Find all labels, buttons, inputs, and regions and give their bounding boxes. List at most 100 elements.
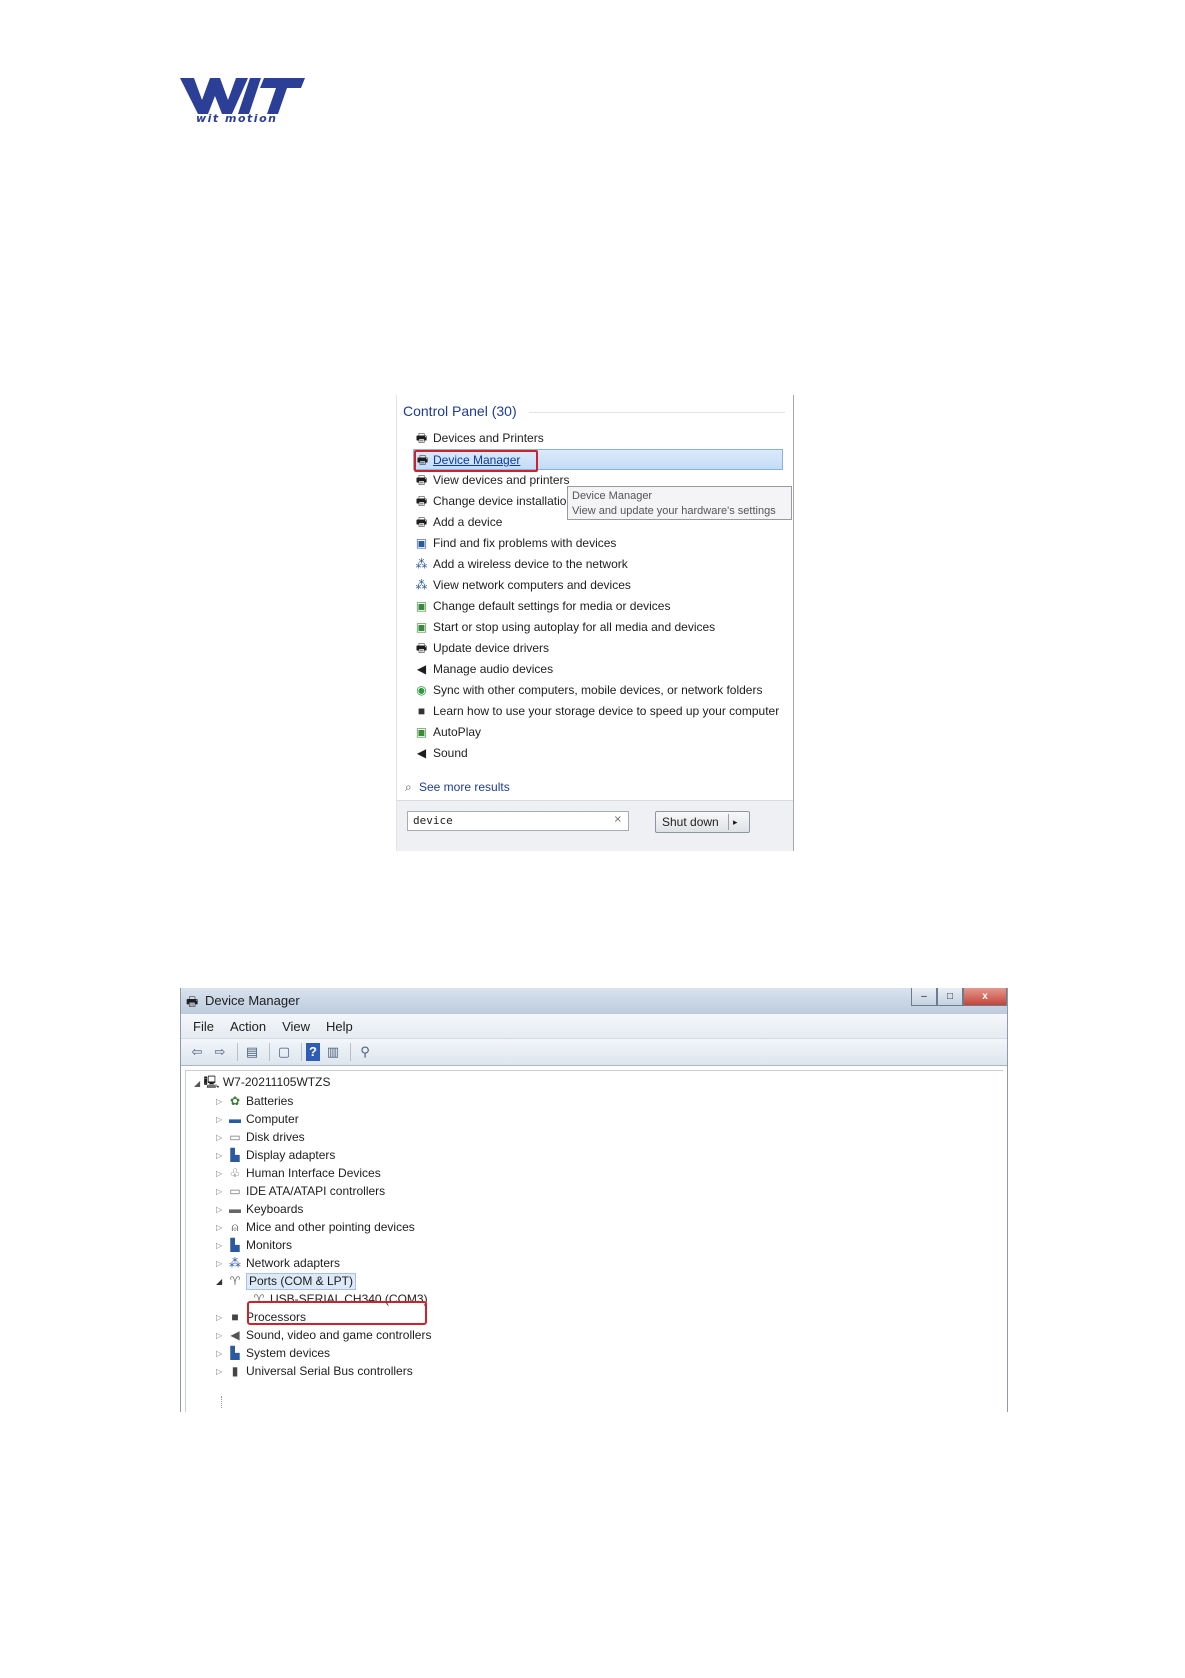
see-more-results-link[interactable]: ⌕ See more results	[405, 780, 510, 795]
result-storage-speed[interactable]: ■ Learn how to use your storage device to…	[415, 701, 787, 722]
result-sync[interactable]: ◉ Sync with other computers, mobile devic…	[415, 680, 787, 701]
device-manager-icon: 🖶	[186, 994, 199, 1009]
logo-subtitle: wit motion	[196, 112, 278, 125]
disk-icon: ▭	[229, 1130, 241, 1144]
expand-arrow-icon[interactable]: ▷	[216, 1236, 224, 1255]
device-tree: ◢ 🖳 W7-20211105WTZS ▷ ✿ Batteries ▷ ▬ Comput…	[185, 1070, 1003, 1412]
device-manager-highlight	[414, 450, 538, 472]
menu-view[interactable]: View	[282, 1019, 310, 1034]
autoplay-icon: ▣	[415, 725, 428, 739]
window-controls: – □ x	[911, 988, 1007, 1008]
com-port-highlight	[247, 1301, 427, 1325]
results-heading: Control Panel (30)	[403, 403, 517, 419]
search-input[interactable]: device ×	[407, 811, 629, 831]
action-pane-icon[interactable]: ▥	[323, 1043, 343, 1061]
result-update-drivers[interactable]: 🖶 Update device drivers	[415, 638, 787, 659]
tree-root[interactable]: ◢ 🖳 W7-20211105WTZS	[194, 1073, 330, 1092]
computer-icon: ▬	[229, 1112, 241, 1126]
help-icon[interactable]: ?	[306, 1043, 320, 1061]
start-menu-search-panel: Control Panel (30) 🖶 Devices and Printers…	[396, 395, 794, 851]
menu-file[interactable]: File	[193, 1019, 214, 1034]
expand-arrow-icon[interactable]: ▷	[216, 1146, 224, 1165]
start-menu-bottom-bar: device × Shut down ▸	[397, 800, 793, 851]
shutdown-divider	[728, 814, 729, 830]
ide-icon: ▭	[229, 1184, 241, 1198]
toolbar: ⇦ ⇨ ▤ ▢ ? ▥ ⚲	[181, 1039, 1007, 1066]
expand-arrow-icon[interactable]: ▷	[216, 1164, 224, 1183]
expand-arrow-icon[interactable]: ▷	[216, 1092, 224, 1111]
show-hide-console-tree-icon[interactable]: ▤	[242, 1043, 262, 1061]
collapse-arrow-icon[interactable]: ◢	[216, 1272, 224, 1291]
battery-icon: ✿	[229, 1094, 241, 1108]
expand-arrow-icon[interactable]: ▷	[216, 1308, 224, 1327]
autoplay-icon: ▣	[415, 620, 428, 634]
sync-icon: ◉	[416, 683, 427, 697]
minimize-button[interactable]: –	[911, 988, 937, 1006]
result-autoplay-toggle[interactable]: ▣ Start or stop using autoplay for all me…	[415, 617, 787, 638]
usb-icon: ▮	[231, 1364, 239, 1378]
toolbar-separator	[301, 1043, 302, 1061]
close-button[interactable]: x	[963, 988, 1007, 1006]
storage-icon: ■	[417, 704, 426, 718]
network-adapter-icon: ⁂	[229, 1256, 241, 1270]
display-icon: ▙	[230, 1148, 240, 1162]
back-icon[interactable]: ⇦	[187, 1043, 207, 1061]
speaker-icon: ◀	[230, 1328, 240, 1342]
port-icon: ♈	[229, 1274, 241, 1288]
device-manager-tooltip: Device Manager View and update your hard…	[567, 486, 792, 520]
result-change-default-media[interactable]: ▣ Change default settings for media or de…	[415, 596, 787, 617]
result-find-fix-problems[interactable]: ▣ Find and fix problems with devices	[415, 533, 787, 554]
heading-divider	[529, 412, 785, 413]
menu-help[interactable]: Help	[326, 1019, 353, 1034]
toolbar-separator	[350, 1043, 351, 1061]
printer-icon: 🖶	[415, 431, 428, 445]
printer-icon: 🖶	[415, 473, 428, 487]
printer-icon: 🖶	[415, 494, 428, 508]
expand-arrow-icon[interactable]: ▷	[216, 1110, 224, 1129]
expand-arrow-icon[interactable]: ▷	[216, 1182, 224, 1201]
expand-arrow-icon[interactable]: ▷	[216, 1326, 224, 1345]
expand-arrow-icon[interactable]: ▷	[216, 1218, 224, 1237]
monitor-icon: ▙	[230, 1238, 240, 1252]
shutdown-options-arrow-icon[interactable]: ▸	[733, 812, 738, 832]
menu-action[interactable]: Action	[230, 1019, 266, 1034]
computer-icon: 🖳	[203, 1075, 220, 1089]
shutdown-button[interactable]: Shut down ▸	[655, 811, 750, 833]
forward-icon[interactable]: ⇨	[210, 1043, 230, 1061]
menu-bar: File Action View Help	[181, 1014, 1007, 1039]
expand-arrow-icon[interactable]: ▷	[216, 1128, 224, 1147]
tree-connector	[221, 1396, 223, 1408]
result-autoplay[interactable]: ▣ AutoPlay	[415, 722, 787, 743]
autoplay-icon: ▣	[415, 599, 428, 613]
expand-arrow-icon[interactable]: ▷	[216, 1200, 224, 1219]
troubleshoot-icon: ▣	[415, 536, 428, 550]
title-bar[interactable]: 🖶 Device Manager – □ x	[181, 988, 1007, 1014]
result-view-network-computers[interactable]: ⁂ View network computers and devices	[415, 575, 787, 596]
scan-hardware-icon[interactable]: ⚲	[355, 1043, 375, 1061]
expand-arrow-icon[interactable]: ▷	[216, 1362, 224, 1381]
result-devices-and-printers[interactable]: 🖶 Devices and Printers	[415, 428, 787, 449]
window-title: Device Manager	[205, 993, 300, 1008]
mouse-icon: ⍝	[231, 1220, 239, 1234]
tooltip-title: Device Manager	[572, 490, 653, 502]
clear-search-icon[interactable]: ×	[614, 814, 622, 825]
result-sound[interactable]: ◀ Sound	[415, 743, 787, 764]
system-icon: ▙	[230, 1346, 240, 1360]
printer-icon: 🖶	[415, 641, 428, 655]
expand-arrow-icon[interactable]: ▷	[216, 1254, 224, 1273]
speaker-icon: ◀	[416, 746, 427, 760]
properties-icon[interactable]: ▢	[274, 1043, 294, 1061]
keyboard-icon: ▬	[229, 1202, 241, 1216]
expand-arrow-icon[interactable]: ▷	[216, 1344, 224, 1363]
hid-icon: ♧	[229, 1166, 241, 1180]
toolbar-separator	[237, 1043, 238, 1061]
tooltip-description: View and update your hardware's settings	[572, 505, 776, 517]
results-list: 🖶 Devices and Printers 🖶 Device Manager 🖶 V…	[413, 428, 787, 764]
search-icon: ⌕	[405, 780, 412, 794]
result-add-wireless-device[interactable]: ⁂ Add a wireless device to the network	[415, 554, 787, 575]
result-manage-audio[interactable]: ◀ Manage audio devices	[415, 659, 787, 680]
maximize-button[interactable]: □	[937, 988, 963, 1006]
toolbar-separator	[269, 1043, 270, 1061]
network-icon: ⁂	[415, 557, 428, 571]
collapse-arrow-icon[interactable]: ◢	[194, 1079, 200, 1088]
